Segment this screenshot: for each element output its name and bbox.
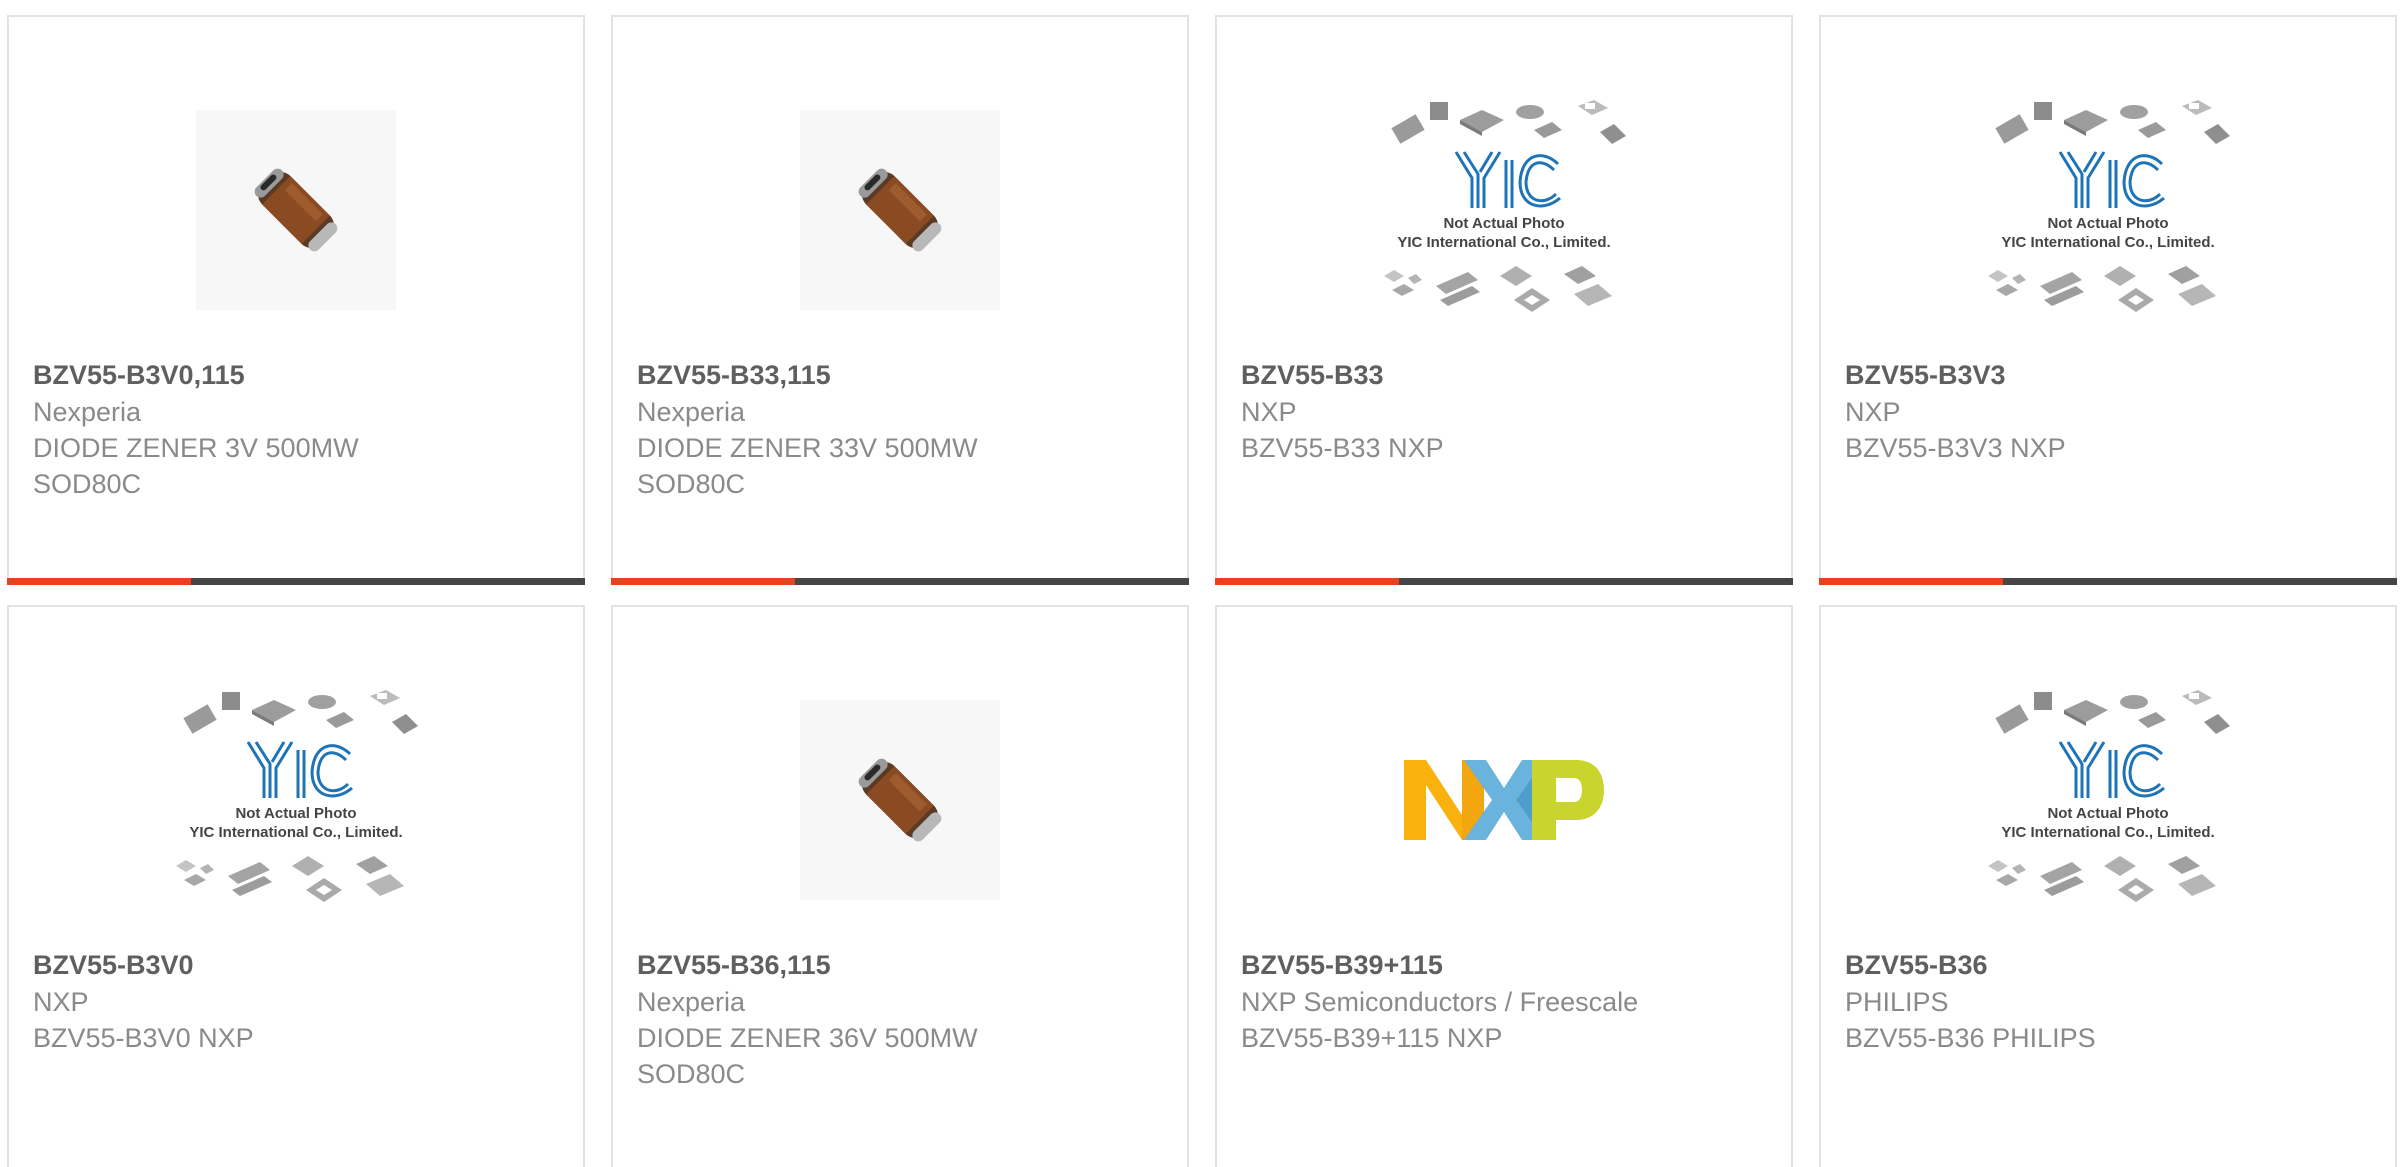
- part-number-link[interactable]: BZV55-B3V3: [1845, 357, 2379, 393]
- card-accent: [1819, 578, 2003, 585]
- product-card[interactable]: BZV55-B3V0,115 Nexperia DIODE ZENER 3V 5…: [7, 15, 585, 585]
- product-image[interactable]: [613, 655, 1187, 945]
- product-info: BZV55-B33,115 Nexperia DIODE ZENER 33V 5…: [637, 357, 1171, 502]
- product-image[interactable]: [1821, 65, 2395, 355]
- card-bottom-bar: [1215, 578, 1793, 585]
- part-number-link[interactable]: BZV55-B33,115: [637, 357, 1171, 393]
- product-info: BZV55-B3V0,115 Nexperia DIODE ZENER 3V 5…: [33, 357, 567, 502]
- card-accent: [7, 578, 191, 585]
- card-accent: [1215, 578, 1399, 585]
- yic-placeholder-icon: [1968, 90, 2248, 330]
- product-image[interactable]: [9, 655, 583, 945]
- part-number-link[interactable]: BZV55-B36,115: [637, 947, 1171, 983]
- product-image[interactable]: [9, 65, 583, 355]
- card-bottom-bar: [611, 578, 1189, 585]
- product-info: BZV55-B3V0 NXP BZV55-B3V0 NXP: [33, 947, 567, 1056]
- part-number-link[interactable]: BZV55-B39+115: [1241, 947, 1775, 983]
- product-info: BZV55-B39+115 NXP Semiconductors / Frees…: [1241, 947, 1775, 1056]
- product-card[interactable]: BZV55-B3V3 NXP BZV55-B3V3 NXP: [1819, 15, 2397, 585]
- product-info: BZV55-B36 PHILIPS BZV55-B36 PHILIPS: [1845, 947, 2379, 1056]
- part-number-link[interactable]: BZV55-B3V0,115: [33, 357, 567, 393]
- product-image[interactable]: [1217, 65, 1791, 355]
- product-image[interactable]: [613, 65, 1187, 355]
- product-image[interactable]: [1217, 655, 1791, 945]
- card-bottom-bar: [1819, 578, 2397, 585]
- product-info: BZV55-B3V3 NXP BZV55-B3V3 NXP: [1845, 357, 2379, 466]
- product-card[interactable]: BZV55-B33,115 Nexperia DIODE ZENER 33V 5…: [611, 15, 1189, 585]
- part-number-link[interactable]: BZV55-B3V0: [33, 947, 567, 983]
- description: DIODE ZENER 33V 500MW: [637, 433, 978, 463]
- description: DIODE ZENER 36V 500MW: [637, 1023, 978, 1053]
- description: BZV55-B36 PHILIPS: [1845, 1023, 2096, 1053]
- manufacturer: Nexperia: [33, 397, 142, 427]
- description: DIODE ZENER 3V 500MW: [33, 433, 359, 463]
- yic-placeholder-icon: [1968, 680, 2248, 920]
- manufacturer: NXP: [33, 987, 89, 1017]
- product-card[interactable]: BZV55-B33 NXP BZV55-B33 NXP: [1215, 15, 1793, 585]
- diode-icon: [196, 110, 396, 310]
- product-card[interactable]: BZV55-B36,115 Nexperia DIODE ZENER 36V 5…: [611, 605, 1189, 1167]
- product-card[interactable]: BZV55-B3V0 NXP BZV55-B3V0 NXP: [7, 605, 585, 1167]
- package: SOD80C: [33, 469, 142, 499]
- manufacturer: PHILIPS: [1845, 987, 1949, 1017]
- product-card[interactable]: BZV55-B36 PHILIPS BZV55-B36 PHILIPS: [1819, 605, 2397, 1167]
- card-accent: [611, 578, 795, 585]
- manufacturer: Nexperia: [637, 987, 746, 1017]
- part-number-link[interactable]: BZV55-B36: [1845, 947, 2379, 983]
- manufacturer: Nexperia: [637, 397, 746, 427]
- product-grid: BZV55-B3V0,115 Nexperia DIODE ZENER 3V 5…: [0, 0, 2400, 1167]
- yic-placeholder-icon: [156, 680, 436, 920]
- yic-placeholder-icon: [1364, 90, 1644, 330]
- description: BZV55-B3V3 NXP: [1845, 433, 2066, 463]
- manufacturer: NXP: [1241, 397, 1297, 427]
- card-bottom-bar: [7, 578, 585, 585]
- product-image[interactable]: [1821, 655, 2395, 945]
- product-card[interactable]: BZV55-B39+115 NXP Semiconductors / Frees…: [1215, 605, 1793, 1167]
- description: BZV55-B3V0 NXP: [33, 1023, 254, 1053]
- package: SOD80C: [637, 469, 746, 499]
- description: BZV55-B33 NXP: [1241, 433, 1444, 463]
- manufacturer: NXP Semiconductors / Freescale: [1241, 987, 1639, 1017]
- diode-icon: [800, 700, 1000, 900]
- product-info: BZV55-B36,115 Nexperia DIODE ZENER 36V 5…: [637, 947, 1171, 1092]
- diode-icon: [800, 110, 1000, 310]
- manufacturer: NXP: [1845, 397, 1901, 427]
- package: SOD80C: [637, 1059, 746, 1089]
- description: BZV55-B39+115 NXP: [1241, 1023, 1503, 1053]
- nxp-logo-icon: [1404, 760, 1604, 840]
- product-info: BZV55-B33 NXP BZV55-B33 NXP: [1241, 357, 1775, 466]
- part-number-link[interactable]: BZV55-B33: [1241, 357, 1775, 393]
